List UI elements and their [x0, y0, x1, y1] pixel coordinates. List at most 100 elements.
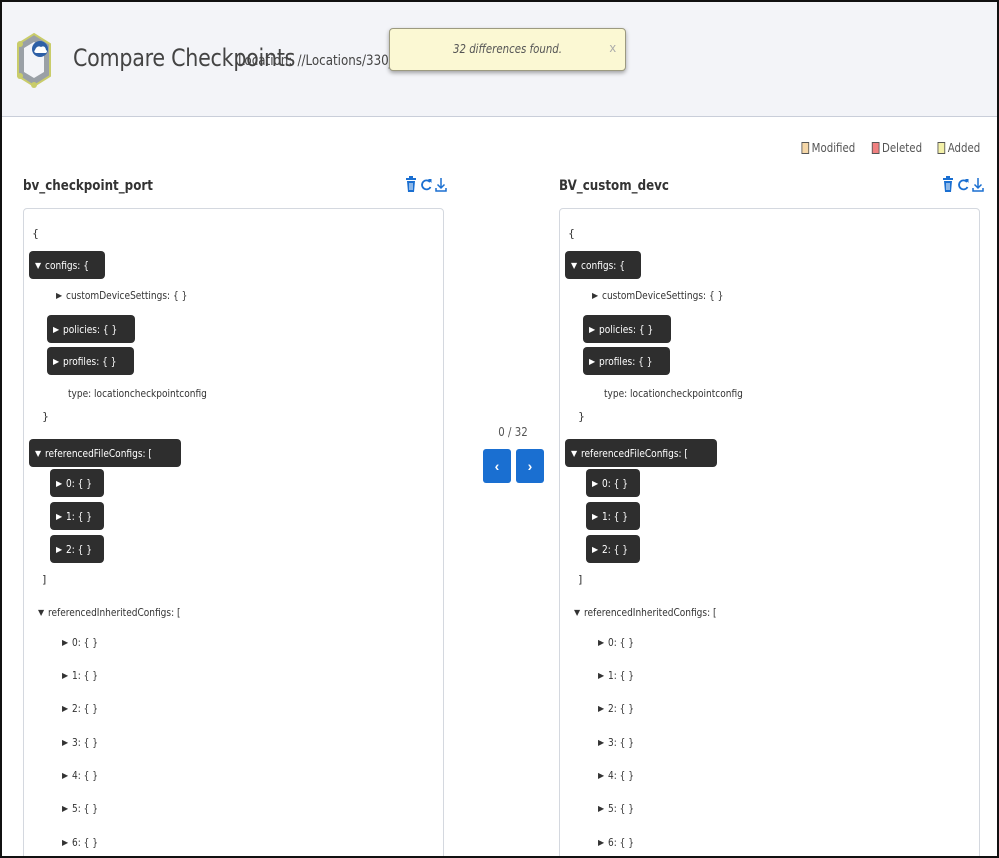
tree-node-file-item[interactable]: ▶ 2: { } [50, 535, 104, 563]
caret-right-icon: ▶ [62, 770, 69, 780]
caret-right-icon: ▶ [598, 837, 605, 847]
refresh-icon[interactable] [957, 175, 969, 193]
trash-icon[interactable] [942, 175, 954, 193]
tree-node-referenced-inherited-configs[interactable]: ▼ referencedInheritedConfigs: [ [574, 598, 746, 626]
tree-leaf-type: type: locationcheckpointconfig [604, 386, 743, 400]
tree-node-referenced-file-configs[interactable]: ▼ referencedFileConfigs: [ [29, 439, 182, 467]
legend-swatch-added [937, 142, 945, 154]
caret-right-icon: ▶ [592, 290, 599, 300]
caret-right-icon: ▶ [592, 511, 599, 521]
legend-label-modified: Modified [811, 141, 855, 155]
tree-node-inherited-item[interactable]: ▶ 0: { } [598, 628, 640, 656]
legend-modified: Modified [800, 141, 855, 155]
caret-right-icon: ▶ [56, 478, 63, 488]
tree-node-inherited-item[interactable]: ▶ 4: { } [598, 761, 640, 789]
caret-right-icon: ▶ [598, 670, 605, 680]
tree-leaf-type: type: locationcheckpointconfig [68, 386, 207, 400]
legend-swatch-deleted [871, 142, 880, 154]
location-label: Location: [238, 53, 293, 69]
previous-difference-button[interactable]: ‹ [483, 449, 511, 483]
right-checkpoint-title: BV_custom_devc [559, 178, 669, 194]
legend-added: Added [937, 141, 980, 155]
download-icon[interactable] [435, 175, 447, 193]
caret-down-icon: ▼ [574, 607, 581, 617]
left-checkpoint-title: bv_checkpoint_port [23, 178, 153, 194]
diff-legend: Modified Deleted Added [792, 141, 980, 155]
tree-node-inherited-item[interactable]: ▶ 1: { } [598, 661, 640, 689]
legend-label-added: Added [947, 141, 980, 155]
download-icon[interactable] [972, 175, 984, 193]
caret-right-icon: ▶ [62, 670, 69, 680]
tree-node-configs[interactable]: ▼ configs: { [29, 251, 105, 279]
toast-message: 32 differences found. [452, 42, 563, 56]
caret-right-icon: ▶ [598, 703, 605, 713]
caret-right-icon: ▶ [62, 703, 69, 713]
tree-node-custom-device-settings[interactable]: ▶ customDeviceSettings: { } [592, 281, 750, 309]
caret-right-icon: ▶ [598, 770, 605, 780]
caret-right-icon: ▶ [598, 637, 605, 647]
tree-node-inherited-item[interactable]: ▶ 3: { } [62, 728, 104, 756]
tree-close-bracket: ] [578, 573, 583, 586]
caret-right-icon: ▶ [53, 324, 60, 334]
caret-right-icon: ▶ [592, 478, 599, 488]
refresh-icon[interactable] [420, 175, 432, 193]
caret-right-icon: ▶ [598, 737, 605, 747]
tree-node-policies[interactable]: ▶ policies: { } [583, 315, 672, 343]
tree-node-custom-device-settings[interactable]: ▶ customDeviceSettings: { } [56, 281, 214, 309]
tree-node-inherited-item[interactable]: ▶ 2: { } [62, 694, 104, 722]
caret-right-icon: ▶ [62, 837, 69, 847]
tree-node-inherited-item[interactable]: ▶ 0: { } [62, 628, 104, 656]
legend-deleted: Deleted [871, 141, 922, 155]
toast-close-button[interactable]: x [610, 40, 617, 55]
tree-node-profiles[interactable]: ▶ profiles: { } [583, 347, 671, 375]
tree-node-file-item[interactable]: ▶ 0: { } [586, 469, 640, 497]
caret-right-icon: ▶ [62, 803, 69, 813]
right-panel-actions [942, 175, 984, 193]
right-json-tree: { ▼ configs: { ▶ customDeviceSettings: { }… [559, 208, 980, 856]
trash-icon[interactable] [405, 175, 417, 193]
caret-right-icon: ▶ [56, 290, 63, 300]
app-logo-icon [17, 32, 51, 88]
legend-label-deleted: Deleted [881, 141, 922, 155]
legend-swatch-modified [800, 142, 809, 154]
tree-node-file-item[interactable]: ▶ 2: { } [586, 535, 640, 563]
tree-node-inherited-item[interactable]: ▶ 4: { } [62, 761, 104, 789]
caret-right-icon: ▶ [62, 737, 69, 747]
tree-open-brace: { [568, 227, 575, 240]
caret-down-icon: ▼ [35, 260, 42, 270]
tree-node-configs[interactable]: ▼ configs: { [565, 251, 641, 279]
caret-right-icon: ▶ [56, 511, 63, 521]
next-difference-button[interactable]: › [516, 449, 544, 483]
caret-right-icon: ▶ [62, 637, 69, 647]
caret-right-icon: ▶ [56, 544, 63, 554]
caret-right-icon: ▶ [589, 324, 596, 334]
left-json-tree: { ▼ configs: { ▶ customDeviceSettings: { }… [23, 208, 444, 856]
tree-node-inherited-item[interactable]: ▶ 5: { } [62, 794, 104, 822]
tree-node-referenced-inherited-configs[interactable]: ▼ referencedInheritedConfigs: [ [38, 598, 210, 626]
tree-node-file-item[interactable]: ▶ 1: { } [50, 502, 104, 530]
tree-node-inherited-item[interactable]: ▶ 5: { } [598, 794, 640, 822]
tree-node-referenced-file-configs[interactable]: ▼ referencedFileConfigs: [ [565, 439, 718, 467]
tree-close-brace: } [578, 410, 585, 423]
tree-node-policies[interactable]: ▶ policies: { } [47, 315, 136, 343]
tree-node-inherited-item[interactable]: ▶ 6: { } [62, 828, 104, 856]
tree-node-file-item[interactable]: ▶ 0: { } [50, 469, 104, 497]
tree-close-bracket: ] [42, 573, 47, 586]
difference-counter: 0 / 32 [498, 425, 528, 439]
tree-node-profiles[interactable]: ▶ profiles: { } [47, 347, 135, 375]
page-header: Compare Checkpoints Location://Locations… [2, 2, 997, 117]
tree-close-brace: } [42, 410, 49, 423]
caret-down-icon: ▼ [35, 448, 42, 458]
tree-node-inherited-item[interactable]: ▶ 2: { } [598, 694, 640, 722]
left-panel-actions [405, 175, 447, 193]
tree-node-inherited-item[interactable]: ▶ 6: { } [598, 828, 640, 856]
tree-node-inherited-item[interactable]: ▶ 1: { } [62, 661, 104, 689]
app-window: Compare Checkpoints Location://Locations… [0, 0, 999, 858]
caret-right-icon: ▶ [598, 803, 605, 813]
tree-node-file-item[interactable]: ▶ 1: { } [586, 502, 640, 530]
caret-right-icon: ▶ [589, 356, 596, 366]
caret-right-icon: ▶ [53, 356, 60, 366]
caret-down-icon: ▼ [38, 607, 45, 617]
tree-node-inherited-item[interactable]: ▶ 3: { } [598, 728, 640, 756]
notification-toast: 32 differences found. x [389, 28, 626, 71]
